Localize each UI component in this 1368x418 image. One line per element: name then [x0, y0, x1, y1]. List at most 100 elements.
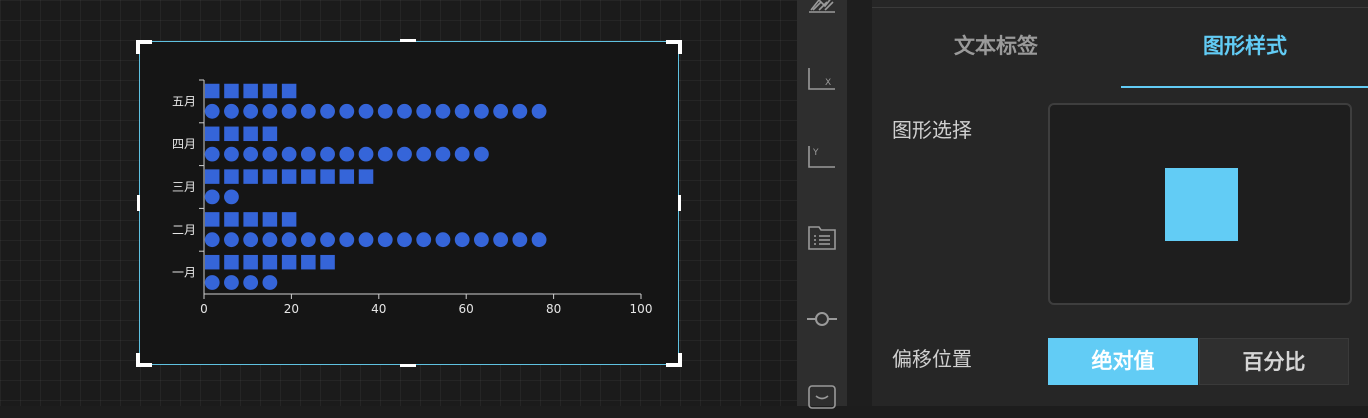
square-symbol	[320, 254, 335, 270]
square-symbol	[262, 169, 278, 184]
property-panel: 文本标签 图形样式 图形选择 偏移位置 绝对值 百分比	[872, 0, 1368, 406]
circle-symbol	[204, 103, 220, 119]
square-symbol	[243, 212, 258, 227]
circle-symbol	[204, 189, 220, 205]
resize-handle-top-left[interactable]	[136, 40, 140, 54]
offset-absolute-button[interactable]: 绝对值	[1048, 338, 1198, 385]
resize-handle-left[interactable]	[137, 195, 140, 211]
square-symbol	[224, 254, 239, 270]
circle-symbol	[512, 232, 528, 248]
circle-symbol	[300, 103, 316, 119]
circle-symbol	[339, 103, 355, 119]
circle-symbol	[435, 103, 451, 119]
circle-symbol	[454, 103, 470, 119]
x-tick-label: 60	[459, 302, 474, 316]
circle-symbol	[454, 232, 470, 248]
square-symbol	[243, 254, 258, 270]
circle-symbol	[281, 146, 297, 162]
resize-handle-bottom-left[interactable]	[136, 353, 140, 367]
shape-picker[interactable]	[1048, 103, 1352, 305]
tab-text-label[interactable]: 文本标签	[872, 30, 1120, 70]
selected-square-shape-icon	[1165, 168, 1238, 241]
circle-symbol	[204, 232, 220, 248]
circle-symbol	[493, 103, 509, 119]
circle-symbol	[262, 275, 278, 290]
circle-symbol	[531, 103, 547, 119]
circle-symbol	[493, 232, 509, 248]
resize-handle-bottom[interactable]	[400, 364, 416, 367]
circle-symbol	[300, 146, 316, 162]
square-symbol	[262, 83, 278, 99]
x-tick-label: 100	[630, 302, 653, 316]
square-symbol	[204, 169, 220, 184]
x-tick-label: 80	[546, 302, 561, 316]
circle-symbol	[358, 146, 374, 162]
circle-symbol	[397, 103, 412, 119]
chart-container[interactable]: 0 20 40 60 80 100 一月 二月 三月 四月 五月	[139, 41, 679, 365]
circle-symbol	[473, 146, 489, 162]
circle-symbol	[243, 232, 259, 248]
x-axis-letter: X	[825, 78, 831, 88]
panel-gutter	[847, 0, 872, 406]
square-symbol	[262, 254, 278, 270]
circle-symbol	[358, 232, 374, 248]
circle-symbol	[339, 232, 355, 248]
circle-symbol	[397, 146, 412, 162]
circle-symbol	[397, 232, 412, 248]
y-tick-label: 一月	[172, 266, 196, 280]
square-symbol	[243, 126, 258, 142]
y-axis-letter: Y	[812, 148, 819, 158]
square-symbol	[204, 83, 220, 99]
circle-symbol	[281, 232, 297, 248]
circle-symbol	[512, 103, 528, 119]
circle-symbol	[300, 232, 316, 248]
circle-symbol	[339, 146, 355, 162]
y-tick-label: 二月	[172, 223, 196, 237]
editor-canvas[interactable]: 0 20 40 60 80 100 一月 二月 三月 四月 五月	[0, 0, 797, 406]
resize-handle-top-right[interactable]	[678, 40, 682, 54]
circle-symbol	[224, 189, 239, 205]
square-symbol	[262, 212, 278, 227]
circle-symbol	[262, 232, 278, 248]
marker-icon[interactable]	[805, 302, 839, 336]
square-symbol	[281, 254, 297, 270]
circle-symbol	[435, 146, 451, 162]
y-tick-label: 五月	[172, 94, 196, 108]
y-tick-label: 四月	[172, 137, 196, 151]
tab-shape-style[interactable]: 图形样式	[1121, 30, 1368, 70]
square-symbol	[224, 126, 239, 142]
offset-percent-button[interactable]: 百分比	[1199, 338, 1349, 385]
y-axis-icon[interactable]: Y	[805, 140, 839, 174]
y-tick-label: 三月	[172, 180, 196, 194]
square-symbol	[204, 254, 220, 270]
circle-symbol	[204, 275, 220, 290]
square-symbol	[204, 126, 220, 142]
square-symbol	[224, 83, 239, 99]
x-tick-label: 20	[284, 302, 299, 316]
active-tab-indicator	[1121, 86, 1368, 88]
circle-symbol	[377, 103, 393, 119]
circle-symbol	[204, 146, 220, 162]
circle-symbol	[224, 103, 239, 119]
circle-symbol	[454, 146, 470, 162]
offset-position-label: 偏移位置	[892, 347, 972, 371]
resize-handle-top[interactable]	[400, 39, 416, 42]
legend-icon[interactable]	[805, 221, 839, 255]
pictorial-bar-chart: 0 20 40 60 80 100 一月 二月 三月 四月 五月	[172, 79, 653, 316]
x-tick-label: 0	[200, 302, 208, 316]
component-toolbar: X Y	[797, 0, 847, 409]
square-symbol	[243, 169, 258, 184]
x-axis-icon[interactable]: X	[805, 62, 839, 96]
circle-symbol	[224, 146, 239, 162]
tooltip-icon[interactable]	[805, 380, 839, 414]
resize-handle-right[interactable]	[678, 195, 681, 211]
square-symbol	[281, 169, 297, 184]
square-symbol	[339, 169, 355, 184]
square-symbol	[301, 254, 316, 270]
resize-handle-bottom-right[interactable]	[678, 353, 682, 367]
square-symbol	[358, 169, 374, 184]
chart-area-icon[interactable]	[805, 0, 839, 18]
square-symbol	[243, 83, 258, 99]
square-symbol	[224, 169, 239, 184]
circle-symbol	[243, 275, 259, 290]
